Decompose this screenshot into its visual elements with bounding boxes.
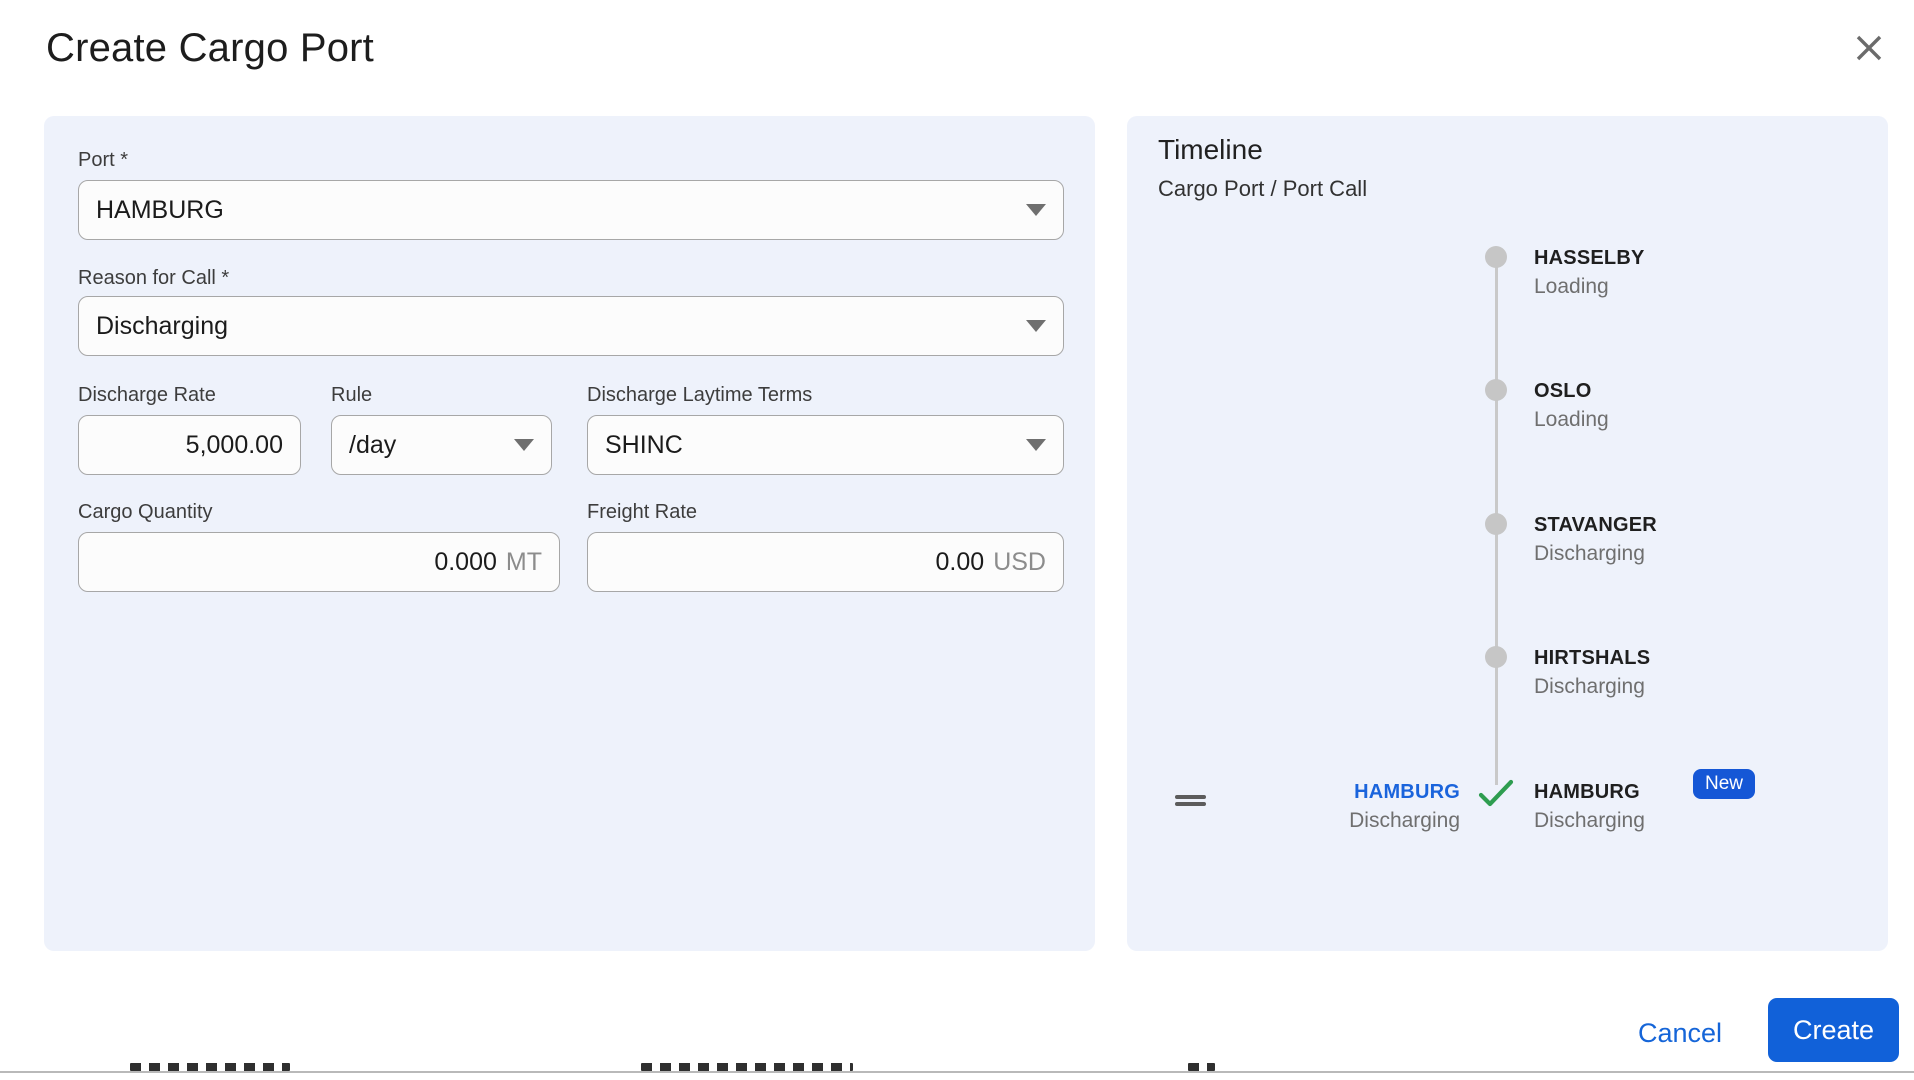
preview-reason: Discharging	[1349, 809, 1460, 832]
timeline-entry-hasselby: HASSELBY Loading	[1534, 245, 1645, 301]
cancel-button[interactable]: Cancel	[1624, 1010, 1736, 1057]
discharge-laytime-terms-value: SHINC	[605, 430, 683, 459]
cargo-port-form-panel: Port * HAMBURG Reason for Call * Dischar…	[44, 116, 1095, 951]
cargo-quantity-unit: MT	[505, 547, 542, 576]
create-button[interactable]: Create	[1768, 998, 1899, 1062]
timeline-entry-port: STAVANGER	[1534, 514, 1657, 536]
timeline-dot	[1485, 246, 1507, 268]
close-icon	[1856, 35, 1882, 61]
background-page-text-sliver	[641, 1063, 853, 1071]
discharge-rate-value: 5,000.00	[185, 430, 283, 459]
timeline-entry-port: HIRTSHALS	[1534, 647, 1651, 669]
timeline-entry-port: HASSELBY	[1534, 247, 1645, 269]
port-label: Port *	[78, 149, 129, 171]
timeline-entry-hirtshals: HIRTSHALS Discharging	[1534, 645, 1650, 701]
timeline-entry-reason: Loading	[1534, 408, 1609, 431]
check-icon	[1477, 779, 1515, 809]
reason-for-call-label: Reason for Call *	[78, 267, 230, 289]
background-page-text-sliver	[130, 1063, 290, 1071]
timeline-dot	[1485, 646, 1507, 668]
rule-select[interactable]: /day	[331, 415, 552, 475]
discharge-laytime-terms-label: Discharge Laytime Terms	[587, 384, 813, 406]
timeline-entry-port: HAMBURG	[1534, 781, 1640, 803]
dialog-title: Create Cargo Port	[46, 26, 374, 70]
timeline-entry-reason: Discharging	[1534, 675, 1645, 698]
cargo-quantity-input[interactable]: 0.000 MT	[78, 532, 560, 592]
preview-port: HAMBURG	[1354, 781, 1460, 803]
port-select[interactable]: HAMBURG	[78, 180, 1064, 240]
timeline-dot	[1485, 379, 1507, 401]
reason-for-call-value: Discharging	[96, 311, 229, 340]
freight-rate-unit: USD	[993, 547, 1046, 576]
timeline-entry-port: OSLO	[1534, 380, 1592, 402]
port-select-value: HAMBURG	[96, 195, 224, 224]
timeline-entry-reason: Discharging	[1534, 809, 1645, 832]
timeline-dot	[1485, 513, 1507, 535]
rule-value: /day	[349, 430, 397, 459]
chevron-down-icon	[514, 439, 534, 451]
freight-rate-label: Freight Rate	[587, 501, 698, 523]
chevron-down-icon	[1026, 320, 1046, 332]
new-badge: New	[1693, 769, 1756, 799]
cargo-quantity-value: 0.000	[434, 547, 497, 576]
freight-rate-value: 0.00	[935, 547, 985, 576]
discharge-laytime-terms-select[interactable]: SHINC	[587, 415, 1064, 475]
timeline-new-entry-preview: HAMBURG Discharging	[1127, 779, 1460, 835]
timeline-entry-reason: Loading	[1534, 275, 1609, 298]
freight-rate-input[interactable]: 0.00 USD	[587, 532, 1064, 592]
discharge-rate-label: Discharge Rate	[78, 384, 216, 406]
timeline-entry-hamburg-new: HAMBURG Discharging	[1534, 779, 1645, 835]
rule-label: Rule	[331, 384, 373, 406]
background-page-divider	[0, 1071, 1914, 1073]
background-page-text-sliver	[1188, 1063, 1215, 1071]
timeline-heading: Timeline	[1158, 134, 1263, 165]
timeline-panel: Timeline Cargo Port / Port Call HASSELBY…	[1127, 116, 1888, 951]
cargo-quantity-label: Cargo Quantity	[78, 501, 213, 523]
reason-for-call-select[interactable]: Discharging	[78, 296, 1064, 356]
timeline-entry-reason: Discharging	[1534, 542, 1645, 565]
timeline-entry-stavanger: STAVANGER Discharging	[1534, 512, 1657, 568]
timeline-entry-oslo: OSLO Loading	[1534, 378, 1609, 434]
discharge-rate-input[interactable]: 5,000.00	[78, 415, 301, 475]
chevron-down-icon	[1026, 204, 1046, 216]
create-cargo-port-dialog: Create Cargo Port Port * HAMBURG Reason …	[0, 0, 1914, 1080]
timeline-subheading: Cargo Port / Port Call	[1158, 176, 1368, 201]
chevron-down-icon	[1026, 439, 1046, 451]
close-button[interactable]	[1847, 26, 1891, 70]
